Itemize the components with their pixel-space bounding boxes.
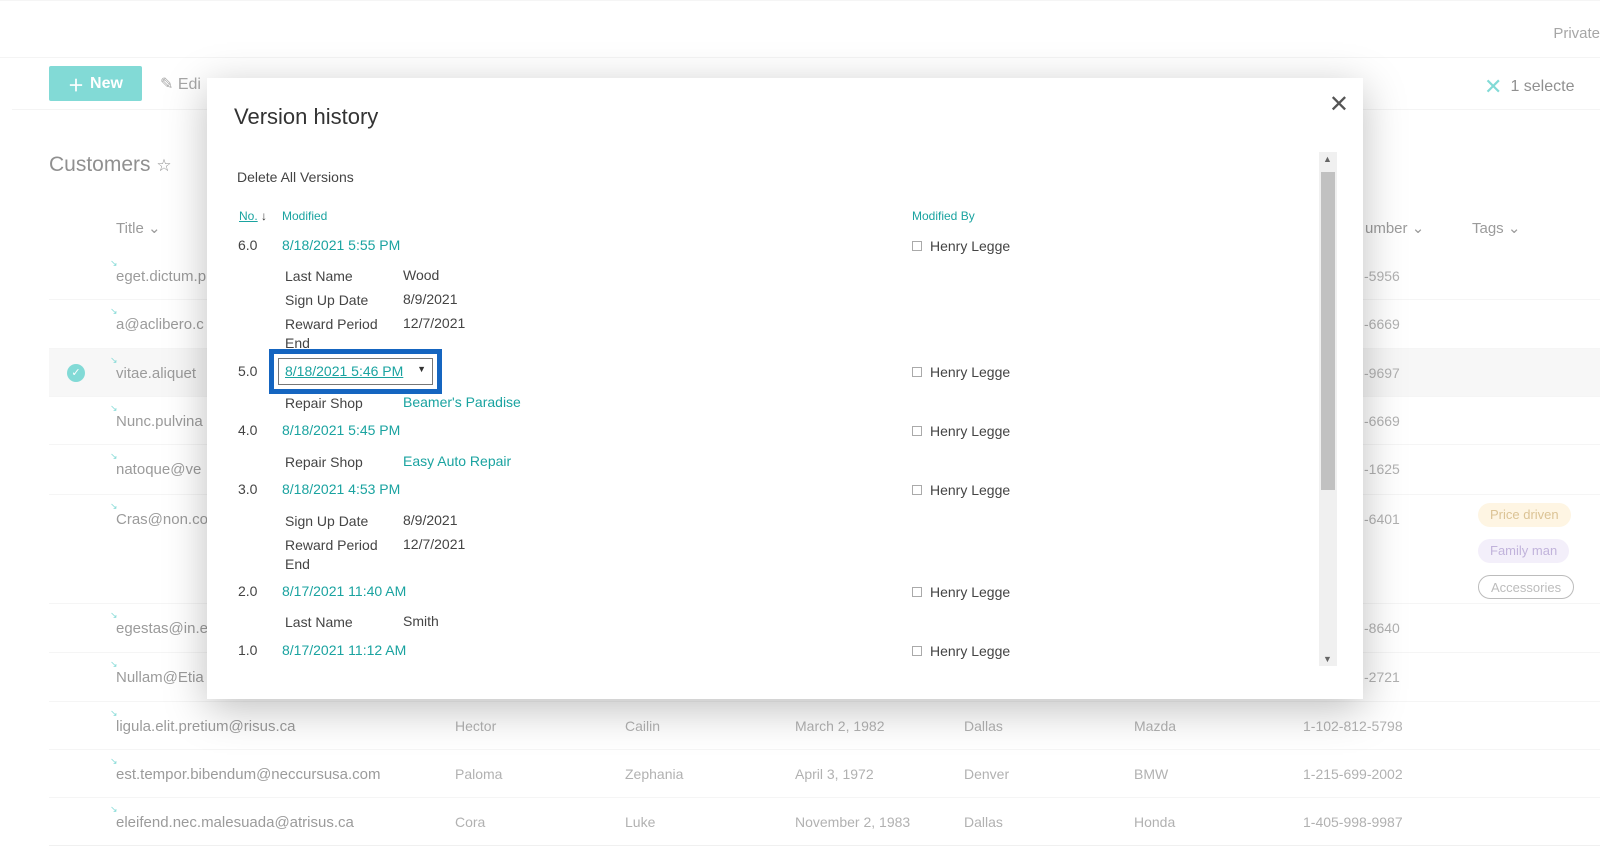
version-number: 3.0 — [238, 481, 258, 497]
field-value: Smith — [403, 613, 439, 629]
modified-by: Henry Legge — [912, 364, 1010, 380]
delete-all-versions-link[interactable]: Delete All Versions — [237, 169, 354, 185]
user-checkbox-icon[interactable] — [912, 587, 922, 597]
dropdown-caret-icon[interactable]: ▼ — [417, 364, 426, 374]
field-value: 12/7/2021 — [403, 315, 466, 331]
version-date-link[interactable]: 8/18/2021 5:45 PM — [282, 422, 400, 438]
version-date-link[interactable]: 8/18/2021 5:55 PM — [282, 237, 400, 253]
version-date-link[interactable]: 8/17/2021 11:40 AM — [282, 583, 406, 599]
version-number: 1.0 — [238, 642, 258, 658]
column-no[interactable]: No. — [239, 209, 258, 223]
user-checkbox-icon[interactable] — [912, 241, 922, 251]
field-name: Repair Shop — [285, 395, 363, 411]
close-icon[interactable]: ✕ — [1329, 90, 1349, 119]
field-value: 12/7/2021 — [403, 536, 466, 552]
field-name: Last Name — [285, 268, 353, 284]
user-checkbox-icon[interactable] — [912, 367, 922, 377]
version-history-dialog: Version history ✕ Delete All Versions No… — [207, 78, 1363, 699]
field-name: Sign Up Date — [285, 513, 369, 529]
modified-by: Henry Legge — [912, 643, 1010, 659]
field-name: Repair Shop — [285, 454, 363, 470]
field-name: Sign Up Date — [285, 292, 369, 308]
modified-by: Henry Legge — [912, 423, 1010, 439]
field-name: Reward Period End — [285, 537, 378, 572]
sort-down-icon: ↓ — [261, 209, 267, 223]
user-checkbox-icon[interactable] — [912, 485, 922, 495]
version-number: 4.0 — [238, 422, 258, 438]
scrollbar[interactable]: ▲ ▼ — [1319, 152, 1337, 666]
user-checkbox-icon[interactable] — [912, 426, 922, 436]
field-value: 8/9/2021 — [403, 512, 458, 528]
highlighted-version-dropdown[interactable]: 8/18/2021 5:46 PM ▼ — [269, 349, 442, 394]
version-number: 2.0 — [238, 583, 258, 599]
column-modified[interactable]: Modified — [282, 209, 327, 223]
modified-by: Henry Legge — [912, 238, 1010, 254]
field-value[interactable]: Beamer's Paradise — [403, 394, 521, 410]
modified-by: Henry Legge — [912, 482, 1010, 498]
version-date-link[interactable]: 8/17/2021 11:12 AM — [282, 642, 406, 658]
version-number: 5.0 — [238, 363, 258, 379]
field-name: Last Name — [285, 614, 353, 630]
user-checkbox-icon[interactable] — [912, 646, 922, 656]
field-value[interactable]: Easy Auto Repair — [403, 453, 511, 469]
field-value: 8/9/2021 — [403, 291, 458, 307]
field-value: Wood — [403, 267, 440, 283]
dialog-title: Version history — [234, 104, 379, 129]
scroll-up-icon[interactable]: ▲ — [1323, 154, 1332, 164]
version-date-link[interactable]: 8/18/2021 5:46 PM — [285, 363, 403, 379]
version-date-link[interactable]: 8/18/2021 4:53 PM — [282, 481, 400, 497]
column-modified-by[interactable]: Modified By — [912, 209, 975, 223]
scrollbar-thumb[interactable] — [1321, 172, 1335, 490]
field-name: Reward Period End — [285, 316, 378, 351]
version-number: 6.0 — [238, 237, 258, 253]
scroll-down-icon[interactable]: ▼ — [1323, 654, 1332, 664]
modified-by: Henry Legge — [912, 584, 1010, 600]
